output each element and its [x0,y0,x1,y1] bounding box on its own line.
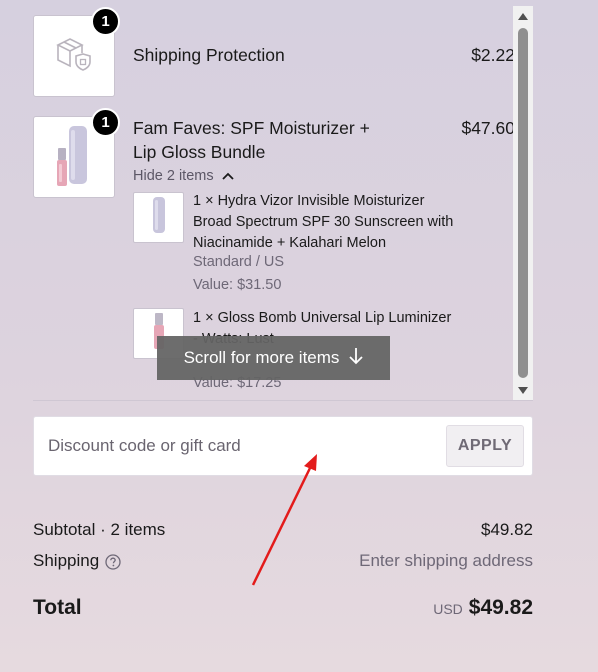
scroll-for-more-items-hint[interactable]: Scroll for more items [157,336,390,380]
currency-code: USD [433,601,463,617]
total-label: Total [33,596,82,619]
toggle-label: Hide 2 items [133,168,214,184]
subtotal-row: Subtotal · 2 items $49.82 [33,520,533,540]
total-amount: $49.82 [468,596,533,619]
subtotal-label: Subtotal · 2 items [33,520,166,539]
scroll-hint-label: Scroll for more items [183,348,340,367]
section-divider [33,400,533,401]
scroll-up-arrow-icon[interactable] [513,8,533,24]
total-amount-group: USD $49.82 [433,596,533,620]
shipping-label: Shipping [33,551,100,570]
chevron-up-icon [221,172,234,180]
sub-item-thumbnail [133,192,184,243]
line-item-shipping-protection: 1 Shipping Protection $2.22 [33,7,515,97]
scroll-down-arrow-icon[interactable] [513,382,533,398]
item-title: Shipping Protection [133,45,285,65]
shipping-label-group: Shipping [33,551,121,571]
item-price: $47.60 [461,118,515,138]
sub-item-value: Value: $31.50 [193,277,282,293]
arrow-down-icon [349,347,364,370]
quantity-badge: 1 [91,7,120,36]
apply-button[interactable]: APPLY [446,425,524,467]
shipping-row: Shipping Enter shipping address [33,551,533,571]
discount-form: APPLY [33,416,533,476]
package-shield-icon [54,36,94,77]
moisturizer-bottle-image [139,193,179,242]
item-price: $2.22 [471,45,515,65]
total-row: Total USD $49.82 [33,596,533,620]
bundle-sub-item: 1 × Hydra Vizor Invisible Moisturizer Br… [133,192,453,302]
item-title: Fam Faves: SPF Moisturizer + Lip Gloss B… [133,118,370,162]
sub-item-title: 1 × Hydra Vizor Invisible Moisturizer Br… [193,193,454,251]
discount-code-input[interactable] [34,417,446,475]
quantity-badge: 1 [91,108,120,137]
sub-item-variant: Standard / US [193,254,285,270]
subtotal-value: $49.82 [481,520,533,539]
scrollbar-thumb[interactable] [518,28,528,378]
hide-items-toggle[interactable]: Hide 2 items [133,168,234,184]
shipping-value: Enter shipping address [359,551,533,570]
items-scrollbar[interactable] [513,6,533,400]
help-circle-icon[interactable] [105,553,121,570]
